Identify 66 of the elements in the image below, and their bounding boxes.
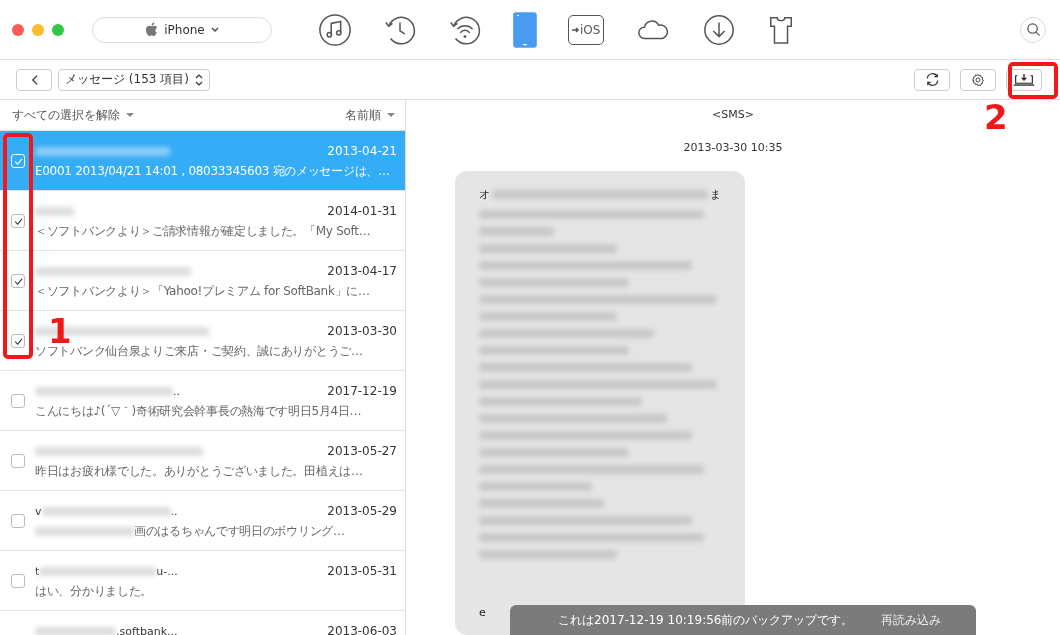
- search-button[interactable]: [1020, 16, 1046, 43]
- message-text: オ: [479, 187, 490, 202]
- chevron-left-icon: [30, 73, 38, 86]
- sender-text: ..: [173, 384, 180, 398]
- sender-text: t: [35, 564, 40, 578]
- message-date: 2013-06-03: [327, 624, 397, 635]
- blurred-sender: [35, 206, 74, 216]
- message-preview: E0001 2013/04/21 14:01 , 08033345603 宛のメッセージは、…: [35, 163, 390, 180]
- sender-text: v: [35, 504, 42, 518]
- up-down-arrows-icon: [194, 73, 203, 86]
- device-selector[interactable]: iPhone: [92, 16, 272, 43]
- sender-text: .softbank...: [116, 624, 178, 635]
- message-timestamp: 2013-03-30 10:35: [683, 141, 783, 154]
- message-date: 2013-05-29: [327, 504, 397, 518]
- category-selector[interactable]: メッセージ (153 項目): [58, 68, 210, 91]
- settings-button[interactable]: [960, 68, 996, 91]
- message-row[interactable]: t u-... 2013-05-31 はい、分かりました。: [0, 551, 405, 611]
- conversation-title: <SMS>: [712, 108, 754, 121]
- message-row[interactable]: 2013-04-17 ＜ソフトバンクより＞「Yahoo!プレミアム for SoftBank」に…: [0, 251, 405, 311]
- message-row[interactable]: 2013-05-27 昨日はお疲れ様でした。ありがとうございました。田植えは…: [0, 431, 405, 491]
- message-preview: ＜ソフトバンクより＞「Yahoo!プレミアム for SoftBank」に…: [35, 283, 370, 300]
- message-checkbox[interactable]: [11, 454, 25, 468]
- phone-tab[interactable]: [513, 9, 537, 50]
- sender-text: u-...: [156, 564, 178, 578]
- message-date: 2013-05-31: [327, 564, 397, 578]
- highlight-frame: [1008, 62, 1058, 99]
- message-checkbox[interactable]: [11, 214, 25, 228]
- message-date: 2013-04-21: [327, 144, 397, 158]
- message-date: 2013-04-17: [327, 264, 397, 278]
- sender-text: ..: [170, 504, 178, 518]
- message-row[interactable]: v .. 2013-05-29 画のはるちゃんです明日のボウリング…: [0, 491, 405, 551]
- message-preview: はい、分かりました。: [35, 583, 152, 600]
- arrow-right-icon: [572, 25, 580, 34]
- deselect-all-dropdown[interactable]: すべての選択を解除: [12, 106, 134, 124]
- message-date: 2013-05-27: [327, 444, 397, 458]
- message-preview: 画のはるちゃんです明日のボウリング…: [134, 523, 345, 540]
- message-preview: ソフトバンク仙台泉よりご来店・ご契約、誠にありがとうご…: [35, 343, 363, 360]
- message-preview: こんにちは♪(´▽｀)奇術研究会幹事長の熱海です明日5月4日…: [35, 403, 362, 420]
- message-row[interactable]: .softbank... 2013-06-03: [0, 611, 405, 635]
- refresh-icon: [924, 72, 940, 87]
- message-checkbox[interactable]: [11, 274, 25, 288]
- message-date: 2017-12-19: [327, 384, 397, 398]
- message-row[interactable]: 2014-01-31 ＜ソフトバンクより＞ご請求情報が確定しました。「My Soft…: [0, 191, 405, 251]
- message-row[interactable]: .. 2017-12-19 こんにちは♪(´▽｀)奇術研究会幹事長の熱海です明日5月4日…: [0, 371, 405, 431]
- laptop-download-icon: [1013, 73, 1035, 86]
- message-date: 2013-03-30: [327, 324, 397, 338]
- apple-icon: [145, 22, 159, 37]
- step-number: 2: [984, 100, 1008, 134]
- search-icon: [1025, 22, 1041, 37]
- message-checkbox[interactable]: [11, 574, 25, 588]
- backup-notice-text: これは2017-12-19 10:19:56前のバックアップです。: [558, 611, 854, 629]
- close-window-button[interactable]: [12, 23, 24, 36]
- message-preview: 昨日はお疲れ様でした。ありがとうございました。田植えは…: [35, 463, 363, 480]
- chevron-down-icon: [210, 27, 219, 32]
- message-preview: ＜ソフトバンクより＞ご請求情報が確定しました。「My Soft…: [35, 223, 371, 240]
- back-button[interactable]: [16, 68, 52, 91]
- message-text: e: [479, 606, 487, 619]
- message-text: ま: [710, 187, 721, 202]
- message-checkbox[interactable]: [11, 394, 25, 408]
- sort-dropdown[interactable]: 名前順: [345, 106, 395, 124]
- reload-link[interactable]: 再読み込み: [881, 611, 942, 629]
- settings-icon: [971, 72, 985, 87]
- refresh-button[interactable]: [914, 68, 950, 91]
- message-date: 2014-01-31: [327, 204, 397, 218]
- message-checkbox[interactable]: [11, 514, 25, 528]
- message-checkbox[interactable]: [11, 334, 25, 348]
